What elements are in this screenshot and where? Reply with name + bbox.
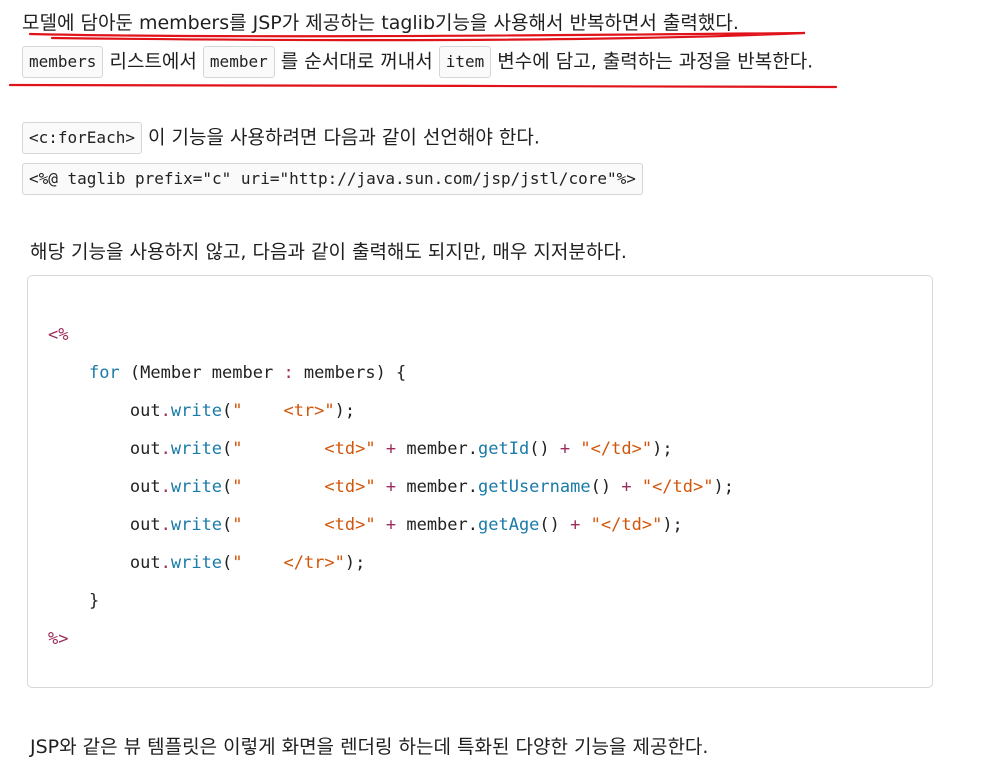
code-text: );	[662, 515, 683, 535]
text: 를 순서대로 꺼내서	[274, 50, 439, 73]
operator: +	[559, 439, 571, 459]
code-text: ()	[529, 439, 550, 459]
method: getId	[478, 439, 530, 459]
code-text: ()	[590, 477, 612, 497]
code-text: member.	[406, 515, 478, 535]
string: " </tr>"	[232, 553, 345, 573]
method: write	[170, 439, 223, 459]
operator: .	[160, 401, 171, 421]
code-text: out	[129, 439, 161, 459]
string: "</td>"	[641, 477, 714, 497]
text: 이 기능을 사용하려면 다음과 같이 선언해야 한다.	[141, 126, 540, 149]
code-text: members) {	[293, 363, 407, 383]
string: " <tr>"	[232, 401, 335, 421]
method: write	[170, 515, 223, 535]
code-text: out	[129, 401, 161, 421]
code-line: out.write(" <td>" + member.getUsername()…	[48, 468, 734, 506]
operator: +	[385, 439, 397, 459]
paragraph-line-3: 해당 기능을 사용하지 않고, 다음과 같이 출력해도 되지만, 매우 지저분하…	[30, 238, 627, 266]
text: 해당 기능을 사용하지 않고, 다음과 같이 출력해도 되지만, 매우 지저분하…	[30, 241, 627, 263]
operator: .	[160, 553, 171, 573]
jsp-close-tag: %>	[48, 629, 69, 649]
operator: .	[160, 515, 171, 535]
method: write	[170, 553, 223, 573]
code-text: (Member member	[119, 363, 284, 383]
code-text: );	[652, 439, 673, 459]
string: " <td>"	[232, 515, 376, 535]
code-content: <% for (Member member : members) { out.w…	[48, 316, 734, 658]
method: write	[170, 401, 223, 421]
paragraph-line-2: members 리스트에서 member 를 순서대로 꺼내서 item 변수에…	[22, 46, 813, 78]
paragraph-foreach: <c:forEach> 이 기능을 사용하려면 다음과 같이 선언해야 한다.	[22, 122, 540, 154]
code-text: }	[88, 591, 100, 611]
code-text: ()	[539, 515, 560, 535]
method: write	[170, 477, 223, 497]
paragraph-line-4: JSP와 같은 뷰 템플릿은 이렇게 화면을 렌더링 하는데 특화된 다양한 기…	[30, 733, 708, 761]
code-text: (	[222, 439, 233, 459]
text: 변수에 담고, 출력하는 과정을 반복한다.	[491, 50, 814, 73]
operator: +	[621, 477, 632, 497]
code-line: out.write(" <td>" + member.getAge() + "<…	[48, 506, 734, 544]
paragraph-line-1: 모델에 담아둔 members를 JSP가 제공하는 taglib기능을 사용해…	[22, 9, 739, 37]
jsp-open-tag: <%	[48, 325, 69, 345]
code-text: member.	[406, 477, 478, 497]
code-line: out.write(" </tr>");	[48, 544, 734, 582]
string: " <td>"	[232, 477, 376, 497]
code-text: out	[129, 477, 161, 497]
taglib-declaration: <%@ taglib prefix="c" uri="http://java.s…	[22, 163, 643, 195]
code-line: }	[48, 582, 734, 620]
operator: +	[385, 515, 397, 535]
code-line: out.write(" <tr>");	[48, 392, 734, 430]
method: getUsername	[478, 477, 591, 497]
string: "</td>"	[580, 439, 653, 459]
code-chip-members: members	[22, 46, 104, 78]
code-chip-foreach: <c:forEach>	[22, 122, 142, 154]
red-underline-2	[8, 83, 838, 89]
operator: .	[160, 439, 171, 459]
text: 모델에 담아둔 members를 JSP가 제공하는 taglib기능을 사용해…	[22, 12, 739, 34]
string: " <td>"	[232, 439, 376, 459]
code-text: );	[344, 553, 366, 573]
code-text: out	[129, 515, 161, 535]
operator: .	[160, 477, 171, 497]
code-line: for (Member member : members) {	[48, 354, 734, 392]
code-text: );	[713, 477, 734, 497]
operator: +	[570, 515, 581, 535]
code-text: out	[129, 553, 161, 573]
code-line: %>	[48, 620, 734, 658]
code-chip-member: member	[202, 46, 275, 78]
text: JSP와 같은 뷰 템플릿은 이렇게 화면을 렌더링 하는데 특화된 다양한 기…	[30, 736, 709, 758]
keyword: for	[88, 363, 120, 383]
code-line: out.write(" <td>" + member.getId() + "</…	[48, 430, 734, 468]
string: "</td>"	[590, 515, 663, 535]
code-chip-taglib: <%@ taglib prefix="c" uri="http://java.s…	[22, 163, 643, 195]
operator: :	[283, 363, 294, 383]
code-text: );	[334, 401, 356, 421]
code-text: (	[222, 553, 233, 573]
code-line: <%	[48, 316, 734, 354]
method: getAge	[478, 515, 540, 535]
code-text: (	[222, 401, 233, 421]
code-text: (	[222, 515, 233, 535]
code-chip-item: item	[438, 46, 492, 78]
operator: +	[385, 477, 397, 497]
code-text: member.	[406, 439, 478, 459]
code-text: (	[222, 477, 233, 497]
text: 리스트에서	[103, 50, 203, 73]
